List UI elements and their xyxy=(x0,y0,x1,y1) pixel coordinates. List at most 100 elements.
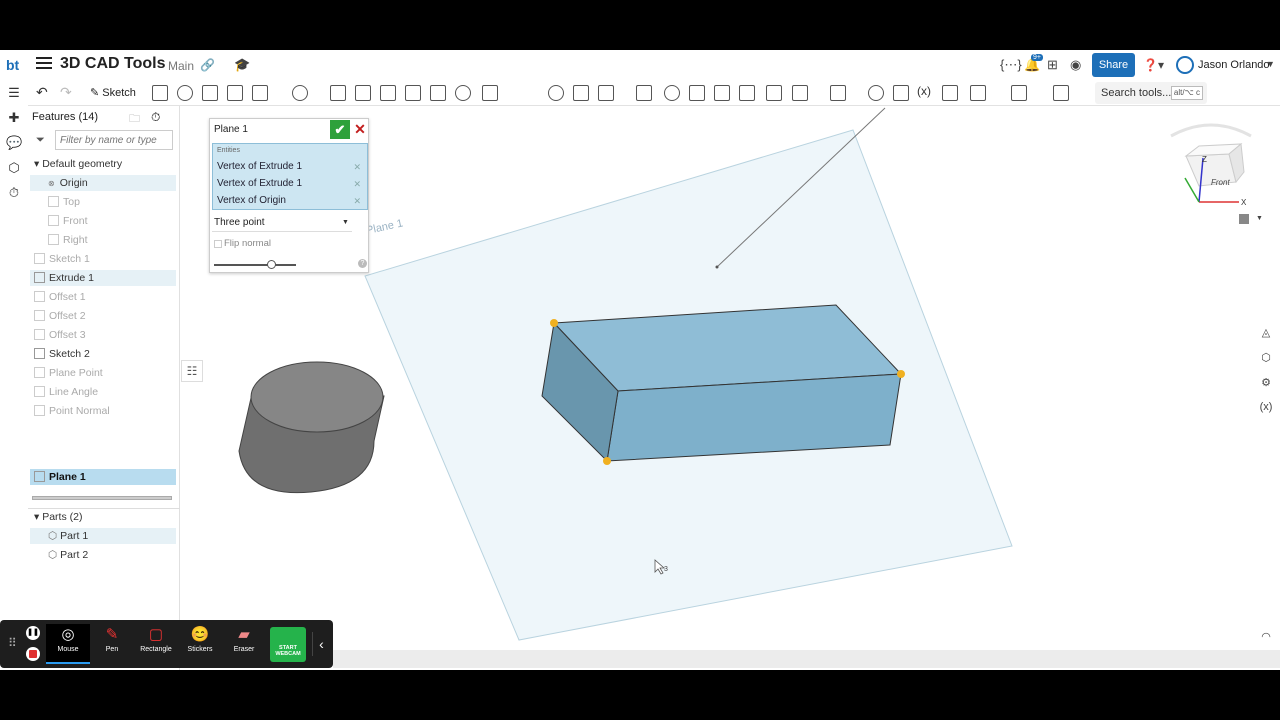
feature-list-icon[interactable]: ☰ xyxy=(6,85,22,101)
entity-item[interactable]: Vertex of Extrude 1 ✕ xyxy=(217,176,365,192)
chamfer-tool-icon[interactable] xyxy=(330,85,346,101)
collapse-chevron-icon[interactable]: ‹ xyxy=(312,632,330,656)
transform-tool-icon[interactable] xyxy=(598,85,614,101)
insert-icon[interactable]: ✚ xyxy=(6,110,22,126)
mass-properties-icon[interactable]: ⚙ xyxy=(1258,376,1274,392)
flip-normal-checkbox[interactable] xyxy=(214,240,222,248)
offset-surface-tool-icon[interactable] xyxy=(739,85,755,101)
feature-item-right[interactable]: Right xyxy=(30,232,176,248)
comments-icon[interactable]: 💬 xyxy=(6,135,22,151)
feature-item-offset-3[interactable]: Offset 3 xyxy=(30,327,176,343)
stickers-tool-button[interactable]: 😊 Stickers xyxy=(178,624,222,664)
onshape-logo[interactable]: bt xyxy=(6,55,26,75)
list-toggle-icon[interactable]: ☷ xyxy=(181,360,203,382)
frame-tool-icon[interactable] xyxy=(1011,85,1027,101)
feature-item-front[interactable]: Front xyxy=(30,213,176,229)
filter-input[interactable] xyxy=(55,130,173,150)
redo-icon[interactable]: ↷ xyxy=(60,84,72,101)
menu-icon[interactable] xyxy=(36,57,52,71)
plane-tool-icon[interactable] xyxy=(766,85,782,101)
part-2-top-face[interactable] xyxy=(250,361,384,433)
remove-x-icon[interactable]: ✕ xyxy=(353,193,361,209)
replace-face-tool-icon[interactable] xyxy=(714,85,730,101)
chevron-down-icon[interactable]: ▼ xyxy=(1256,215,1263,222)
sketch-button[interactable]: ✎ Sketch xyxy=(86,82,140,104)
pause-icon[interactable]: ❚❚ xyxy=(26,626,40,640)
revolve-tool-icon[interactable] xyxy=(177,85,193,101)
selected-vertex[interactable] xyxy=(550,319,558,327)
pattern-tool-icon[interactable] xyxy=(482,85,498,101)
feature-item-extrude-1[interactable]: Extrude 1 xyxy=(30,270,176,286)
custom-features-tool-icon[interactable] xyxy=(1053,85,1069,101)
view-rotate-arc[interactable] xyxy=(1170,123,1252,138)
accept-checkmark-icon[interactable]: ✔ xyxy=(330,120,350,139)
feature-item-offset-2[interactable]: Offset 2 xyxy=(30,308,176,324)
measure-tool-icon[interactable] xyxy=(868,85,884,101)
share-button[interactable]: Share xyxy=(1092,53,1135,77)
sweep-tool-icon[interactable] xyxy=(202,85,218,101)
selected-vertex[interactable] xyxy=(897,370,905,378)
default-geometry-folder[interactable]: ▾ Default geometry xyxy=(30,156,176,172)
document-title[interactable]: 3D CAD Tools xyxy=(60,55,165,73)
feature-item-offset-1[interactable]: Offset 1 xyxy=(30,289,176,305)
feature-item-plane-point[interactable]: Plane Point xyxy=(30,365,176,381)
feature-item-origin[interactable]: ⊗ Origin xyxy=(30,175,176,191)
sheet-metal-tool-icon[interactable] xyxy=(970,85,986,101)
parts-icon[interactable]: ⬡ xyxy=(6,160,22,176)
hole-tool-icon[interactable] xyxy=(430,85,446,101)
app-store-icon[interactable]: ⊞ xyxy=(1047,57,1058,73)
link-icon[interactable]: 🔗 xyxy=(200,58,215,72)
selected-vertex[interactable] xyxy=(603,457,611,465)
branch-label[interactable]: Main xyxy=(168,59,194,73)
view-options-icon[interactable] xyxy=(1239,214,1249,224)
chevron-down-icon[interactable]: ▼ xyxy=(342,219,349,226)
entities-selection-box[interactable]: Entities Vertex of Extrude 1 ✕ Vertex of … xyxy=(212,143,368,210)
pen-tool-button[interactable]: ✎ Pen xyxy=(90,624,134,664)
extrude-tool-icon[interactable] xyxy=(152,85,168,101)
feature-item-sketch-2[interactable]: Sketch 2 xyxy=(30,346,176,362)
history-icon[interactable]: ⏱ xyxy=(6,185,22,201)
chevron-down-icon[interactable]: ▾ xyxy=(30,511,42,523)
entity-item[interactable]: Vertex of Extrude 1 ✕ xyxy=(217,159,365,175)
feature-item-plane-1[interactable]: Plane 1 xyxy=(30,469,176,485)
shell-tool-icon[interactable] xyxy=(405,85,421,101)
chevron-down-icon[interactable]: ▼ xyxy=(1266,59,1275,69)
search-tools-input[interactable]: Search tools... alt/⌥ c xyxy=(1095,82,1207,104)
delete-part-tool-icon[interactable] xyxy=(636,85,652,101)
chevron-down-icon[interactable]: ▾ xyxy=(30,158,42,170)
rectangle-tool-button[interactable]: ▢ Rectangle xyxy=(134,624,178,664)
stop-icon[interactable] xyxy=(26,647,40,661)
rib-tool-icon[interactable] xyxy=(380,85,396,101)
part-item-2[interactable]: ⬡ Part 2 xyxy=(30,547,176,563)
graphics-settings-icon[interactable]: ◠ xyxy=(1258,630,1274,646)
rollback-clock-icon[interactable]: ⏱ xyxy=(151,110,160,125)
folder-icon[interactable]: 🗀 xyxy=(129,110,140,129)
view-cube[interactable]: X Z Front xyxy=(1170,123,1252,207)
variable-tool-icon[interactable]: (x) xyxy=(917,84,931,98)
remove-x-icon[interactable]: ✕ xyxy=(353,159,361,175)
rollback-bar[interactable] xyxy=(32,496,172,500)
configurations-panel-icon[interactable]: ⬡ xyxy=(1258,351,1274,367)
feature-item-top[interactable]: Top xyxy=(30,194,176,210)
move-face-tool-icon[interactable] xyxy=(689,85,705,101)
split-tool-icon[interactable] xyxy=(573,85,589,101)
bottom-tab-strip[interactable] xyxy=(333,650,1280,668)
feature-item-sketch-1[interactable]: Sketch 1 xyxy=(30,251,176,267)
boolean-tool-icon[interactable] xyxy=(548,85,564,101)
thicken-tool-icon[interactable] xyxy=(252,85,268,101)
slider-thumb[interactable] xyxy=(267,260,277,269)
eraser-tool-button[interactable]: ▰ Eraser xyxy=(222,624,266,664)
cylinder-tool-icon[interactable] xyxy=(455,85,471,101)
drag-handle-icon[interactable]: ⠿ xyxy=(8,636,17,650)
modify-fillet-tool-icon[interactable] xyxy=(664,85,680,101)
undo-icon[interactable]: ↶ xyxy=(36,84,48,101)
draft-tool-icon[interactable] xyxy=(355,85,371,101)
learning-center-icon[interactable]: 🎓 xyxy=(234,57,250,73)
entity-item[interactable]: Vertex of Origin ✕ xyxy=(217,193,365,209)
variable-table-icon[interactable]: (x) xyxy=(1258,401,1274,417)
part-item-1[interactable]: ⬡ Part 1 xyxy=(30,528,176,544)
learning-icon[interactable]: ◉ xyxy=(1070,57,1081,73)
user-avatar[interactable] xyxy=(1176,56,1194,74)
mouse-tool-button[interactable]: ◎ Mouse xyxy=(46,624,90,664)
plane-type-select[interactable]: Three point xyxy=(212,214,352,232)
